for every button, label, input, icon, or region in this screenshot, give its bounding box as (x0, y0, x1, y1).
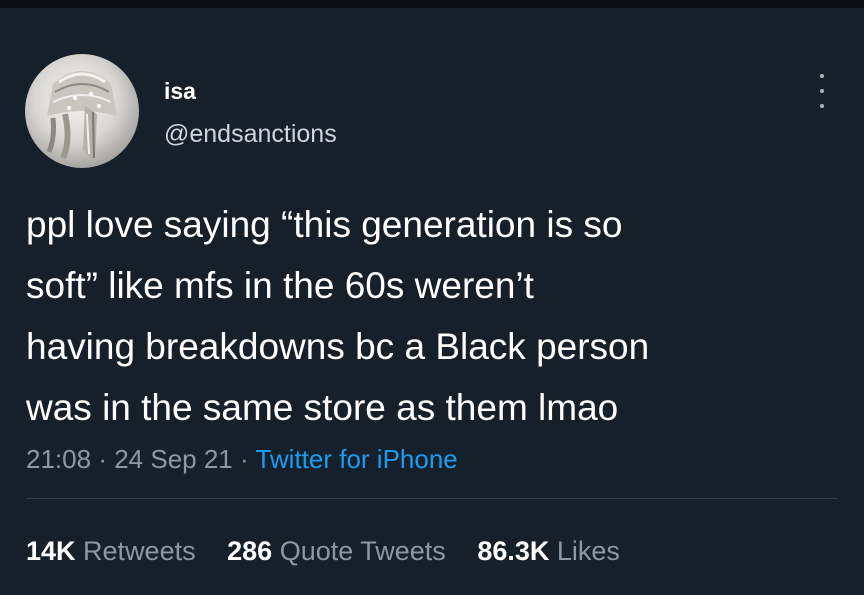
tweet-source-link[interactable]: Twitter for iPhone (255, 444, 457, 474)
tweet-card: isa @endsanctions ppl love saying “this … (0, 8, 864, 595)
more-dot (820, 104, 824, 108)
top-strip (0, 0, 864, 8)
meta-separator: · (240, 444, 249, 474)
likes-stat[interactable]: 86.3K Likes (477, 536, 620, 566)
retweets-count: 14K (26, 536, 76, 566)
avatar[interactable] (25, 54, 139, 168)
quote-tweets-stat[interactable]: 286 Quote Tweets (227, 536, 446, 566)
divider (26, 498, 838, 499)
quote-tweets-count: 286 (227, 536, 273, 566)
likes-label: Likes (556, 536, 620, 566)
tweet-text: ppl love saying “this generation is so s… (26, 204, 650, 428)
more-dot (820, 89, 824, 93)
tweet-date[interactable]: 24 Sep 21 (114, 444, 233, 474)
meta-separator: · (98, 444, 107, 474)
more-vertical-icon[interactable] (810, 74, 834, 108)
retweets-label: Retweets (83, 536, 196, 566)
retweets-stat[interactable]: 14K Retweets (26, 536, 196, 566)
tweet-time[interactable]: 21:08 (26, 444, 91, 474)
likes-count: 86.3K (477, 536, 550, 566)
user-handle[interactable]: @endsanctions (164, 120, 337, 149)
tweet-meta: 21:08 · 24 Sep 21 · Twitter for iPhone (26, 444, 458, 475)
tweet-stats: 14K Retweets 286 Quote Tweets 86.3K Like… (26, 536, 644, 567)
more-dot (820, 74, 824, 78)
quote-tweets-label: Quote Tweets (279, 536, 446, 566)
display-name[interactable]: isa (164, 78, 196, 105)
